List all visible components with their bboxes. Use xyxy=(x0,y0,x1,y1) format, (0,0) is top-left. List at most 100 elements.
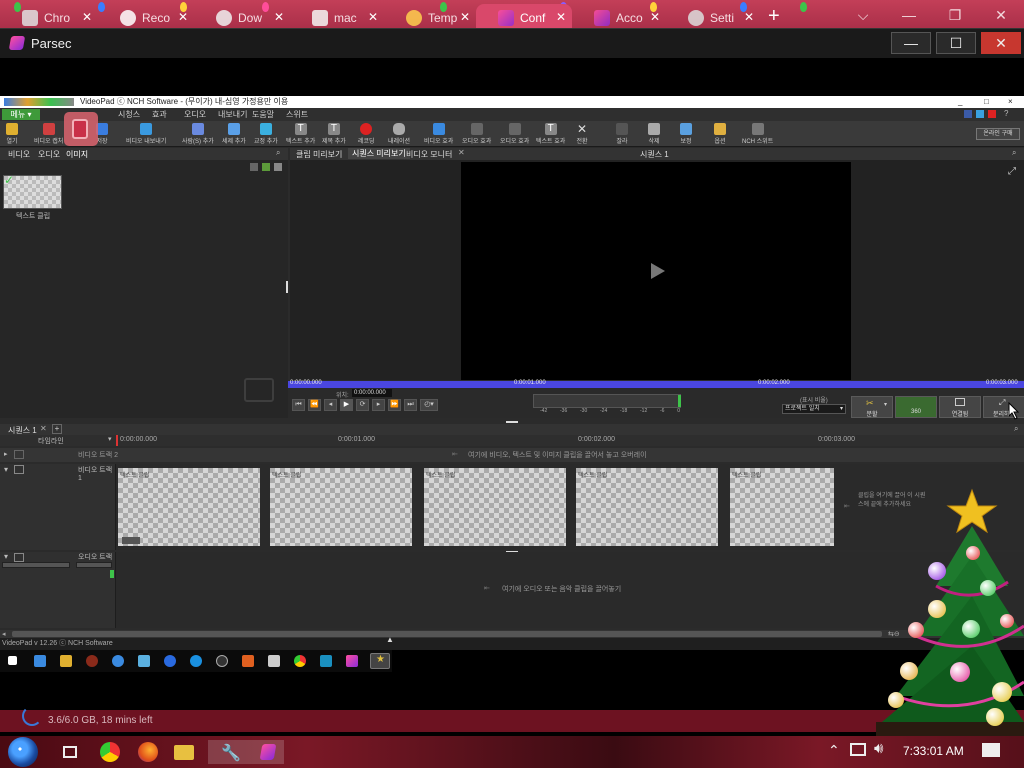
skip-end-button[interactable]: ⏭ xyxy=(404,399,417,411)
timeline-clip[interactable]: 텍스트 클립 xyxy=(270,468,412,546)
tab-video[interactable]: 비디오 xyxy=(8,149,30,160)
tools-icon[interactable]: 🔧 xyxy=(208,740,254,764)
options-button[interactable]: 옵션 xyxy=(714,123,726,145)
menu-item[interactable]: 스위트 xyxy=(286,109,308,120)
unlink-button[interactable]: 연결됨 xyxy=(939,396,981,418)
scroll-left-icon[interactable]: ◂ xyxy=(2,630,6,638)
app-icon[interactable] xyxy=(242,655,254,667)
youtube-icon[interactable] xyxy=(988,110,996,118)
close-icon[interactable]: ✕ xyxy=(178,10,188,24)
app-icon[interactable] xyxy=(320,655,332,667)
play-button[interactable]: ▶ xyxy=(340,399,353,411)
clock[interactable]: 7:33:01 AM xyxy=(903,744,964,758)
split-button[interactable]: 잘라 xyxy=(616,123,628,145)
splitter-handle[interactable] xyxy=(286,281,288,293)
collapse-icon[interactable]: ▾ xyxy=(4,552,8,561)
audio-track[interactable]: ▾ 오디오 트랙 1 ⇤ 여기에 오디오 또는 음악 클립을 끌어놓기 xyxy=(0,552,1024,628)
parsec-overlay-icon[interactable] xyxy=(64,112,98,146)
parsec-minimize-button[interactable]: — xyxy=(891,32,931,54)
chevron-down-icon[interactable]: ▾ xyxy=(884,401,887,408)
open-button[interactable]: 열기 xyxy=(6,123,18,145)
file-explorer-icon[interactable] xyxy=(172,740,196,764)
checkbox-icon[interactable] xyxy=(14,465,24,474)
browser-restore-button[interactable]: ❐ xyxy=(932,0,978,30)
quick-access-icons[interactable] xyxy=(4,98,74,106)
menu-item[interactable]: 도움말 xyxy=(252,109,274,120)
app-icon[interactable] xyxy=(190,655,202,667)
export-video-button[interactable]: 비디오 내보내기 xyxy=(126,123,166,145)
app-icon[interactable] xyxy=(268,655,280,667)
close-icon[interactable]: ✕ xyxy=(40,424,47,433)
aspect-ratio-select[interactable]: 프로젝트 일치 ▾ xyxy=(782,404,846,414)
network-icon[interactable] xyxy=(850,743,866,756)
close-icon[interactable]: ✕ xyxy=(274,10,284,24)
scrollbar-thumb[interactable] xyxy=(12,631,882,637)
menu-item[interactable]: 오디오 xyxy=(184,109,206,120)
close-icon[interactable]: ✕ xyxy=(556,10,566,24)
show-hidden-icons-icon[interactable]: ⌃ xyxy=(828,742,840,759)
menu-item[interactable]: 시청스 xyxy=(118,109,140,120)
playhead[interactable] xyxy=(116,435,118,446)
play-icon[interactable] xyxy=(651,263,665,279)
search-icon[interactable]: ⌕ xyxy=(276,148,280,158)
vp-minimize-button[interactable]: _ xyxy=(958,96,962,108)
online-purchase-button[interactable]: 온라인 구매 xyxy=(976,128,1020,140)
close-icon[interactable]: ✕ xyxy=(650,10,660,24)
tab-images[interactable]: 이미지 xyxy=(66,149,88,160)
delete-button[interactable]: 삭제 xyxy=(648,123,660,145)
volume-slider[interactable] xyxy=(2,562,70,568)
chrome-icon[interactable] xyxy=(294,655,306,667)
eye-icon[interactable] xyxy=(14,450,24,459)
tab-search-button[interactable]: ⌵ xyxy=(840,0,886,30)
prev-frame-button[interactable]: ⏪ xyxy=(308,399,321,411)
loop-button[interactable]: ⟳ xyxy=(356,399,369,411)
tab-audio[interactable]: 오디오 xyxy=(38,149,60,160)
seek-bar[interactable]: 0:00:00.000 0:00:01.000 0:00:02.000 0:00… xyxy=(288,380,1024,388)
add-file-button[interactable]: 사람(S) 추가 xyxy=(182,123,214,145)
speed-button[interactable]: ◴▾ xyxy=(420,399,438,411)
view-icon[interactable] xyxy=(262,163,270,171)
app-icon[interactable] xyxy=(86,655,98,667)
windows-start-icon[interactable] xyxy=(8,656,17,665)
vp-restore-button[interactable]: □ xyxy=(984,96,989,108)
adjust-button[interactable]: 보정 xyxy=(680,123,692,145)
menu-item[interactable]: 효과 xyxy=(152,109,167,120)
parsec-icon[interactable] xyxy=(254,740,284,764)
add-color-button[interactable]: 교정 추가 xyxy=(254,123,278,145)
close-icon[interactable]: ✕ xyxy=(82,10,92,24)
step-back-button[interactable]: ◂ xyxy=(324,399,337,411)
tab-clip-preview[interactable]: 클립 미리보기 xyxy=(296,149,342,160)
timeline-ruler[interactable]: 타임라인 ▾ 0:00:00.000 0:00:01.000 0:00:02.0… xyxy=(0,435,1024,446)
main-menu-button[interactable]: 메뉴 ▾ xyxy=(2,109,40,120)
close-icon[interactable]: ✕ xyxy=(744,10,754,24)
file-explorer-icon[interactable] xyxy=(60,655,72,667)
video-track[interactable]: ▾ 비디오 트랙 1 텍스트 클립 텍스트 클립 텍스트 클립 텍스트 클립 텍… xyxy=(0,464,1024,550)
video-effects-button[interactable]: 비디오 효과 xyxy=(424,123,453,145)
list-view-icon[interactable] xyxy=(274,163,282,171)
expand-icon[interactable]: ▸ xyxy=(4,450,8,458)
nch-suite-button[interactable]: NCH 스위트 xyxy=(742,123,773,145)
parsec-maximize-button[interactable]: ☐ xyxy=(936,32,976,54)
timeline-clip[interactable]: 텍스트 클립 xyxy=(424,468,566,546)
add-title-button[interactable]: T 제목 추가 xyxy=(322,123,346,145)
360-button[interactable]: 360 xyxy=(895,396,937,418)
step-forward-button[interactable]: ▸ xyxy=(372,399,385,411)
steam-icon[interactable] xyxy=(216,655,228,667)
tab-video-monitor[interactable]: 비디오 모니터 xyxy=(406,149,452,160)
next-frame-button[interactable]: ⏩ xyxy=(388,399,401,411)
chevron-up-icon[interactable]: ▲ xyxy=(386,634,394,646)
transition-button[interactable]: ✕ 전환 xyxy=(576,123,588,145)
chevron-down-icon[interactable]: ▾ xyxy=(108,435,112,443)
chrome-icon[interactable] xyxy=(98,740,122,764)
help-icon[interactable]: ? xyxy=(1004,109,1008,118)
search-icon[interactable]: ⌕ xyxy=(1012,148,1016,158)
overlay-track[interactable]: ▸ 비디오 트랙 2 ⇤ 여기에 비디오, 텍스트 및 이미지 클립을 끌어서 … xyxy=(0,448,1024,462)
new-tab-button[interactable]: + xyxy=(768,5,780,27)
close-icon[interactable]: ✕ xyxy=(460,10,470,24)
horizontal-scrollbar[interactable]: ◂ ⇆⊖ xyxy=(0,630,1024,638)
twitter-icon[interactable] xyxy=(976,110,984,118)
start-icon[interactable] xyxy=(8,737,38,767)
pan-slider[interactable] xyxy=(76,562,112,568)
vp-close-button[interactable]: × xyxy=(1008,96,1013,108)
expand-icon[interactable]: ⤢ xyxy=(1008,166,1016,177)
